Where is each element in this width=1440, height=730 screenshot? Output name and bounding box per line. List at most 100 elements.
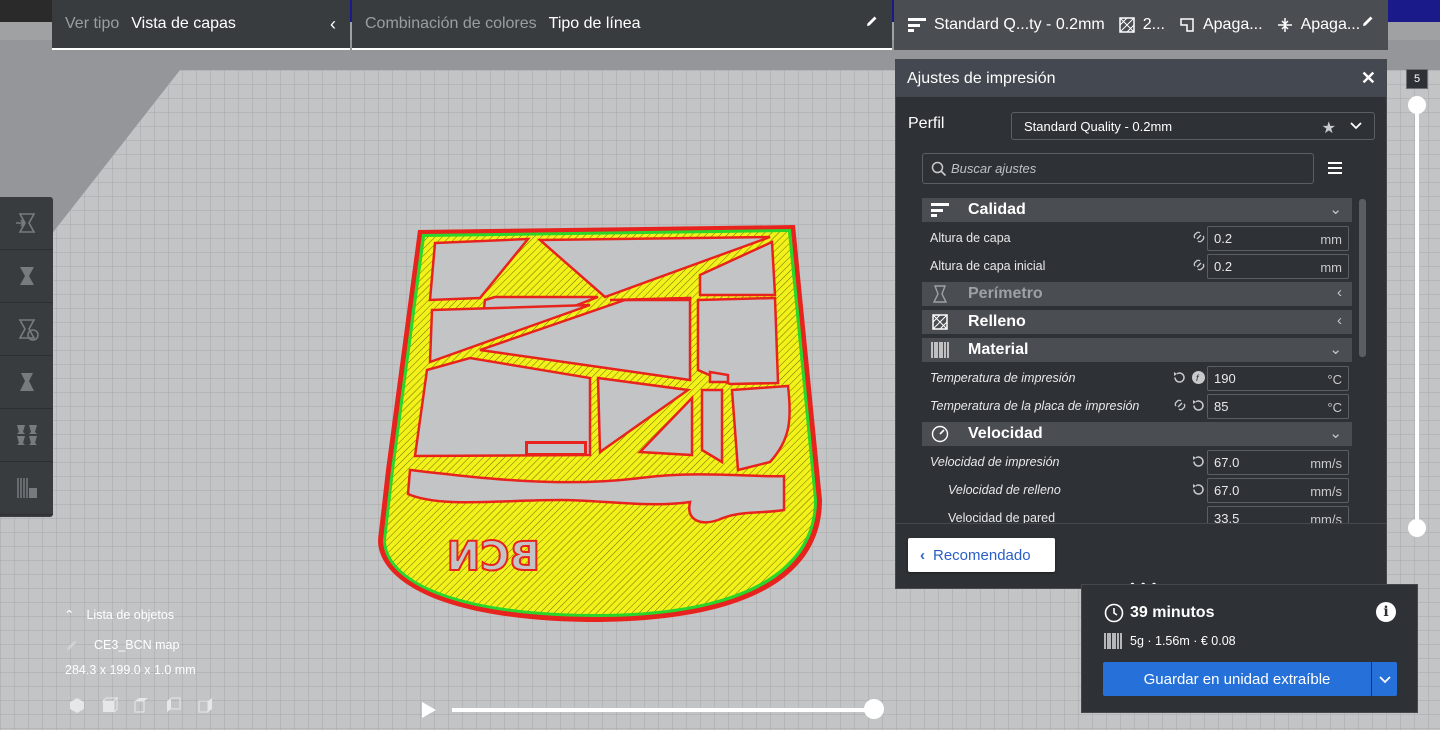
setting-label: Temperatura de impresión xyxy=(930,371,1076,385)
play-icon[interactable] xyxy=(420,700,438,720)
print-speed-input[interactable]: 67.0 mm/s xyxy=(1207,450,1349,475)
print-setup-selector[interactable]: Standard Q...ty - 0.2mm 2... Apaga... Ap… xyxy=(894,0,1388,50)
chevron-down-icon xyxy=(1350,122,1362,130)
path-slider-handle[interactable] xyxy=(864,699,884,719)
setting-label: Velocidad de impresión xyxy=(930,455,1060,469)
top-view-icon[interactable] xyxy=(132,696,150,714)
per-model-settings-icon[interactable] xyxy=(0,409,53,462)
link-icon[interactable] xyxy=(1173,398,1187,412)
link-icon[interactable] xyxy=(1192,230,1206,244)
unit-label: mm/s xyxy=(1310,484,1342,499)
function-icon[interactable]: f xyxy=(1191,370,1206,385)
layer-slider-bottom-handle[interactable] xyxy=(1408,519,1426,537)
close-icon[interactable]: ✕ xyxy=(1361,68,1376,89)
category-quality[interactable]: Calidad ⌄ xyxy=(922,198,1352,222)
material-estimate-value: 5g · 1.56m · € 0.08 xyxy=(1130,634,1236,648)
category-label: Calidad xyxy=(968,201,1026,218)
infill-icon xyxy=(932,314,948,330)
initial-layer-height-input[interactable]: 0.2 mm xyxy=(1207,254,1349,279)
reset-icon[interactable] xyxy=(1172,370,1187,385)
unit-label: °C xyxy=(1327,400,1342,415)
3d-view-icon[interactable] xyxy=(68,696,86,714)
infill-speed-input[interactable]: 67.0 mm/s xyxy=(1207,478,1349,503)
print-settings-panel: Ajustes de impresión ✕ Perfil Standard Q… xyxy=(895,59,1387,589)
object-dimensions: 284.3 x 199.0 x 1.0 mm xyxy=(65,663,196,677)
category-label: Perímetro xyxy=(968,285,1043,302)
search-settings-input[interactable]: Buscar ajustes xyxy=(922,153,1314,184)
setting-label: Altura de capa inicial xyxy=(930,259,1046,273)
category-infill[interactable]: Relleno ‹ xyxy=(922,310,1352,334)
view-type-label: Ver tipo xyxy=(65,15,120,32)
view-type-selector[interactable]: Ver tipo Vista de capas ‹ xyxy=(52,0,350,50)
menu-icon[interactable] xyxy=(1328,161,1342,175)
input-value: 0.2 xyxy=(1214,231,1233,246)
pencil-icon xyxy=(867,16,877,26)
model-emboss-text: BCN xyxy=(447,534,540,580)
adhesion-short: Apaga... xyxy=(1300,16,1361,33)
color-scheme-selector[interactable]: Combinación de colores Tipo de línea xyxy=(352,0,892,50)
support-short: Apaga... xyxy=(1202,16,1263,33)
input-value: 85 xyxy=(1214,399,1229,414)
move-tool-icon[interactable] xyxy=(0,197,53,250)
front-view-icon[interactable] xyxy=(100,696,118,714)
bed-temp-input[interactable]: 85 °C xyxy=(1207,394,1349,419)
path-slider-track[interactable] xyxy=(452,708,874,712)
view-type-value: Vista de capas xyxy=(131,15,236,32)
category-walls[interactable]: Perímetro ‹ xyxy=(922,282,1352,306)
setting-row: Velocidad de relleno 67.0 mm/s xyxy=(922,478,1352,503)
link-icon[interactable] xyxy=(1192,258,1206,272)
reset-icon[interactable] xyxy=(1191,398,1206,413)
chevron-down-icon xyxy=(1378,676,1391,684)
setting-row: Temperatura de la placa de impresión 85 °… xyxy=(922,394,1352,419)
quality-icon xyxy=(931,203,949,217)
chevron-left-icon: ‹ xyxy=(1337,312,1342,329)
settings-scrollbar[interactable] xyxy=(1359,199,1366,357)
input-value: 190 xyxy=(1214,371,1236,386)
object-list-label: Lista de objetos xyxy=(86,607,175,622)
object-name-row[interactable]: CE3_BCN map xyxy=(64,637,179,653)
reset-icon[interactable] xyxy=(1191,454,1206,469)
left-view-icon[interactable] xyxy=(164,696,182,714)
support-icon xyxy=(1180,18,1194,32)
chevron-down-icon: ⌄ xyxy=(1329,341,1342,358)
chevron-down-icon: ⌄ xyxy=(1329,201,1342,218)
layer-slider-top-handle[interactable] xyxy=(1408,96,1426,114)
layer-height-input[interactable]: 0.2 mm xyxy=(1207,226,1349,251)
setting-row: Altura de capa 0.2 mm xyxy=(922,226,1352,251)
mirror-tool-icon[interactable] xyxy=(0,356,53,409)
save-to-removable-button[interactable]: Guardar en unidad extraíble xyxy=(1103,662,1371,696)
support-blocker-icon[interactable] xyxy=(0,462,53,515)
material-icon xyxy=(931,342,949,358)
unit-label: mm/s xyxy=(1310,456,1342,471)
scale-tool-icon[interactable] xyxy=(0,250,53,303)
chevron-left-icon: ‹ xyxy=(1337,284,1342,301)
adhesion-icon xyxy=(1277,18,1292,32)
reset-icon[interactable] xyxy=(1191,482,1206,497)
profile-short: Standard Q...ty - 0.2mm xyxy=(934,16,1105,33)
wall-speed-input[interactable]: 33.5 mm/s xyxy=(1207,506,1349,524)
profile-dropdown[interactable]: Standard Quality - 0.2mm ★ xyxy=(1011,112,1375,140)
print-time-value: 39 minutos xyxy=(1130,604,1215,621)
layer-slider-track[interactable] xyxy=(1415,104,1419,528)
unit-label: mm xyxy=(1320,260,1342,275)
chevron-left-icon: ‹ xyxy=(920,546,925,564)
object-list-toggle[interactable]: ⌃ Lista de objetos xyxy=(64,607,175,623)
layer-number-box[interactable]: 5 xyxy=(1406,69,1428,89)
rotate-tool-icon[interactable] xyxy=(0,303,53,356)
recommended-button[interactable]: ‹ Recomendado xyxy=(908,538,1055,572)
setting-label: Velocidad de relleno xyxy=(948,483,1061,497)
info-icon[interactable]: i xyxy=(1376,602,1396,622)
panel-title: Ajustes de impresión xyxy=(907,69,1056,87)
model-print-preview[interactable]: BCN xyxy=(378,225,822,622)
star-icon[interactable]: ★ xyxy=(1322,118,1336,138)
infill-icon xyxy=(1118,17,1135,33)
category-speed[interactable]: Velocidad ⌄ xyxy=(922,422,1352,446)
category-material[interactable]: Material ⌄ xyxy=(922,338,1352,362)
print-temp-input[interactable]: 190 °C xyxy=(1207,366,1349,391)
right-view-icon[interactable] xyxy=(196,696,214,714)
output-panel: 39 minutos i 5g · 1.56m · € 0.08 Guardar… xyxy=(1081,584,1418,713)
save-options-dropdown[interactable] xyxy=(1372,662,1397,696)
left-toolbar xyxy=(0,197,53,517)
profile-value: Standard Quality - 0.2mm xyxy=(1024,118,1173,134)
object-name: CE3_BCN map xyxy=(94,638,180,652)
